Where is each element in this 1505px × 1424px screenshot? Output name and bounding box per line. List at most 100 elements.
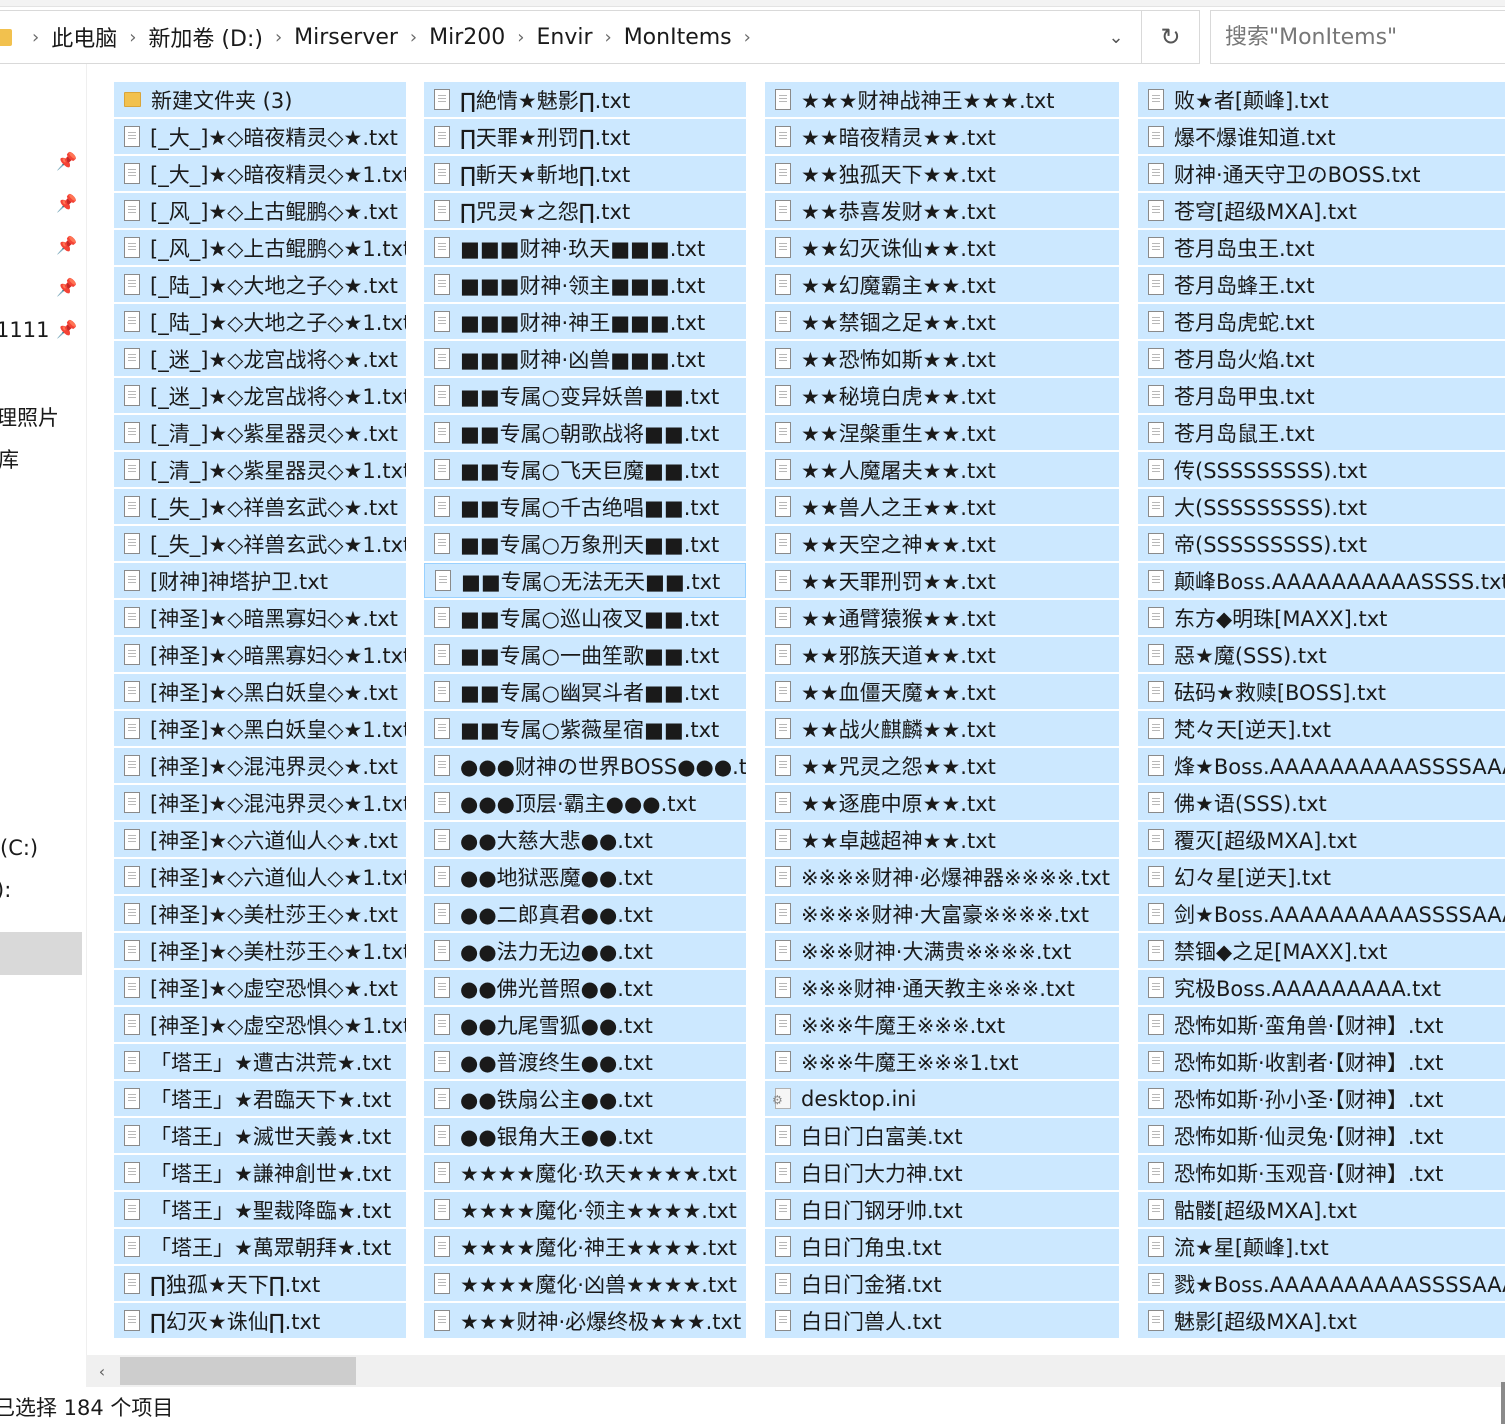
file-item[interactable]: 败★者[颠峰].txt [1138,82,1505,117]
file-item[interactable]: ※※※牛魔王※※※.txt [765,1007,1119,1042]
scrollbar-thumb[interactable] [120,1357,356,1385]
file-item[interactable]: ★★战火麒麟★★.txt [765,711,1119,746]
file-item[interactable]: ★★人魔屠夫★★.txt [765,452,1119,487]
file-item[interactable]: ★★禁锢之足★★.txt [765,304,1119,339]
file-item[interactable]: 帝(SSSSSSSSS).txt [1138,526,1505,561]
file-item[interactable]: ■■■财神·领主■■■.txt [424,267,746,302]
file-item[interactable]: ■■专属○千古绝唱■■.txt [424,489,746,524]
file-item[interactable]: ●●佛光普照●●.txt [424,970,746,1005]
file-item[interactable]: [神圣]★◇美杜莎王◇★.txt [114,896,406,931]
file-item[interactable]: 魅影[超级MXA].txt [1138,1303,1505,1338]
file-item[interactable]: ■■专属○无法无天■■.txt [424,563,746,598]
file-item[interactable]: ●●九尾雪狐●●.txt [424,1007,746,1042]
file-item[interactable]: ★★邪族天道★★.txt [765,637,1119,672]
file-item[interactable]: [神圣]★◇黑白妖皇◇★1.txt [114,711,406,746]
nav-item-1111[interactable]: 1111 [0,318,49,342]
file-item[interactable]: ●●普渡终生●●.txt [424,1044,746,1079]
file-item[interactable]: ★★通臂猿猴★★.txt [765,600,1119,635]
file-item[interactable]: 苍月岛虎蛇.txt [1138,304,1505,339]
file-item[interactable]: ★★天空之神★★.txt [765,526,1119,561]
file-item[interactable]: ※※※财神·大满贵※※※※.txt [765,933,1119,968]
pin-icon[interactable]: 📌 [56,236,77,256]
file-item[interactable]: ∏咒灵★之怨∏.txt [424,193,746,228]
file-item[interactable]: [神圣]★◇六道仙人◇★1.txt [114,859,406,894]
file-item[interactable]: ■■■财神·神王■■■.txt [424,304,746,339]
file-item[interactable]: 「塔王」★遭古洪荒★.txt [114,1044,406,1079]
file-item[interactable]: [_失_]★◇祥兽玄武◇★.txt [114,489,406,524]
file-item[interactable]: [_大_]★◇暗夜精灵◇★1.txt [114,156,406,191]
file-item[interactable]: ※※※※财神·大富豪※※※※.txt [765,896,1119,931]
file-item[interactable]: ★★★★魔化·凶兽★★★★.txt [424,1266,746,1301]
nav-item-library[interactable]: 库 [0,444,19,474]
file-item[interactable]: ★★暗夜精灵★★.txt [765,119,1119,154]
file-item[interactable]: [神圣]★◇虚空恐惧◇★.txt [114,970,406,1005]
file-item[interactable]: ★★★★魔化·领主★★★★.txt [424,1192,746,1227]
file-item[interactable]: 戮★Boss.AAAAAAAAAASSSSAAA [1138,1266,1505,1301]
breadcrumb-monitems[interactable]: MonItems [618,25,738,50]
pin-icon[interactable]: 📌 [56,194,77,214]
file-item[interactable]: [_清_]★◇紫星器灵◇★.txt [114,415,406,450]
file-item[interactable]: 梵々天[逆天].txt [1138,711,1505,746]
file-item[interactable]: [神圣]★◇混沌界灵◇★.txt [114,748,406,783]
file-item[interactable]: [神圣]★◇暗黑寡妇◇★.txt [114,600,406,635]
breadcrumb-this-pc[interactable]: 此电脑 [45,21,123,53]
file-item[interactable]: 禁锢◆之足[MAXX].txt [1138,933,1505,968]
file-item[interactable]: 覆灭[超级MXA].txt [1138,822,1505,857]
file-item[interactable]: [_大_]★◇暗夜精灵◇★.txt [114,119,406,154]
file-item[interactable]: 苍月岛鼠王.txt [1138,415,1505,450]
file-item[interactable]: ★★幻灭诛仙★★.txt [765,230,1119,265]
file-item[interactable]: 苍月岛蜂王.txt [1138,267,1505,302]
file-item[interactable]: 白日门兽人.txt [765,1303,1119,1338]
address-bar[interactable]: › 此电脑 › 新加卷 (D:) › Mirserver › Mir200 › … [0,10,1142,64]
breadcrumb-mir200[interactable]: Mir200 [423,25,511,50]
file-item[interactable]: [_失_]★◇祥兽玄武◇★1.txt [114,526,406,561]
file-item[interactable]: desktop.ini [765,1081,1119,1116]
search-input[interactable] [1223,11,1505,63]
nav-item-drive-d[interactable]: ): [0,878,11,902]
file-item[interactable]: ★★涅槃重生★★.txt [765,415,1119,450]
chevron-right-icon[interactable]: › [269,27,288,48]
file-item[interactable]: [神圣]★◇混沌界灵◇★1.txt [114,785,406,820]
folder-item[interactable]: 新建文件夹 (3) [114,82,406,117]
file-item[interactable]: 「塔王」★謙神創世★.txt [114,1155,406,1190]
nav-item-drive-d-selected[interactable] [0,932,82,975]
breadcrumb-envir[interactable]: Envir [530,25,598,50]
file-item[interactable]: ★★逐鹿中原★★.txt [765,785,1119,820]
file-item[interactable]: 白日门金猪.txt [765,1266,1119,1301]
file-item[interactable]: [_陆_]★◇大地之子◇★1.txt [114,304,406,339]
file-item[interactable]: ■■■财神·玖天■■■.txt [424,230,746,265]
file-item[interactable]: ★★★财神·必爆终极★★★.txt [424,1303,746,1338]
file-item[interactable]: 苍月岛甲虫.txt [1138,378,1505,413]
nav-item-drive-c[interactable]: (C:) [0,836,38,860]
file-item[interactable]: 恐怖如斯·玉观音·【财神】.txt [1138,1155,1505,1190]
file-item[interactable]: ★★恐怖如斯★★.txt [765,341,1119,376]
file-item[interactable]: 「塔王」★萬眾朝拜★.txt [114,1229,406,1264]
chevron-right-icon[interactable]: › [404,27,423,48]
file-item[interactable]: 东方◆明珠[MAXX].txt [1138,600,1505,635]
file-item[interactable]: ※※※※财神·必爆神器※※※※.txt [765,859,1119,894]
file-item[interactable]: 苍月岛虫王.txt [1138,230,1505,265]
scroll-left-arrow-icon[interactable]: ‹ [86,1355,118,1387]
file-item[interactable]: 恐怖如斯·收割者·【财神】.txt [1138,1044,1505,1079]
file-item[interactable]: ■■专属○变异妖兽■■.txt [424,378,746,413]
file-item[interactable]: ★★幻魔霸主★★.txt [765,267,1119,302]
file-item[interactable]: ●●二郎真君●●.txt [424,896,746,931]
file-item[interactable]: 佛★语(SSS).txt [1138,785,1505,820]
file-item[interactable]: 骷髅[超级MXA].txt [1138,1192,1505,1227]
file-item[interactable]: ★★天罪刑罚★★.txt [765,563,1119,598]
file-item[interactable]: [神圣]★◇虚空恐惧◇★1.txt [114,1007,406,1042]
file-item[interactable]: 究极Boss.AAAAAAAAA.txt [1138,970,1505,1005]
pin-icon[interactable]: 📌 [56,152,77,172]
file-item[interactable]: ■■专属○万象刑天■■.txt [424,526,746,561]
file-item[interactable]: ■■专属○幽冥斗者■■.txt [424,674,746,709]
file-item[interactable]: [_陆_]★◇大地之子◇★.txt [114,267,406,302]
file-item[interactable]: ★★咒灵之怨★★.txt [765,748,1119,783]
file-item[interactable]: ■■专属○飞天巨魔■■.txt [424,452,746,487]
file-item[interactable]: 「塔王」★聖裁降臨★.txt [114,1192,406,1227]
breadcrumb-drive-d[interactable]: 新加卷 (D:) [142,21,269,53]
file-item[interactable]: 白日门大力神.txt [765,1155,1119,1190]
file-item[interactable]: ★★独孤天下★★.txt [765,156,1119,191]
file-item[interactable]: ■■专属○巡山夜叉■■.txt [424,600,746,635]
pin-icon[interactable]: 📌 [56,278,77,298]
file-item[interactable]: ★★卓越超神★★.txt [765,822,1119,857]
